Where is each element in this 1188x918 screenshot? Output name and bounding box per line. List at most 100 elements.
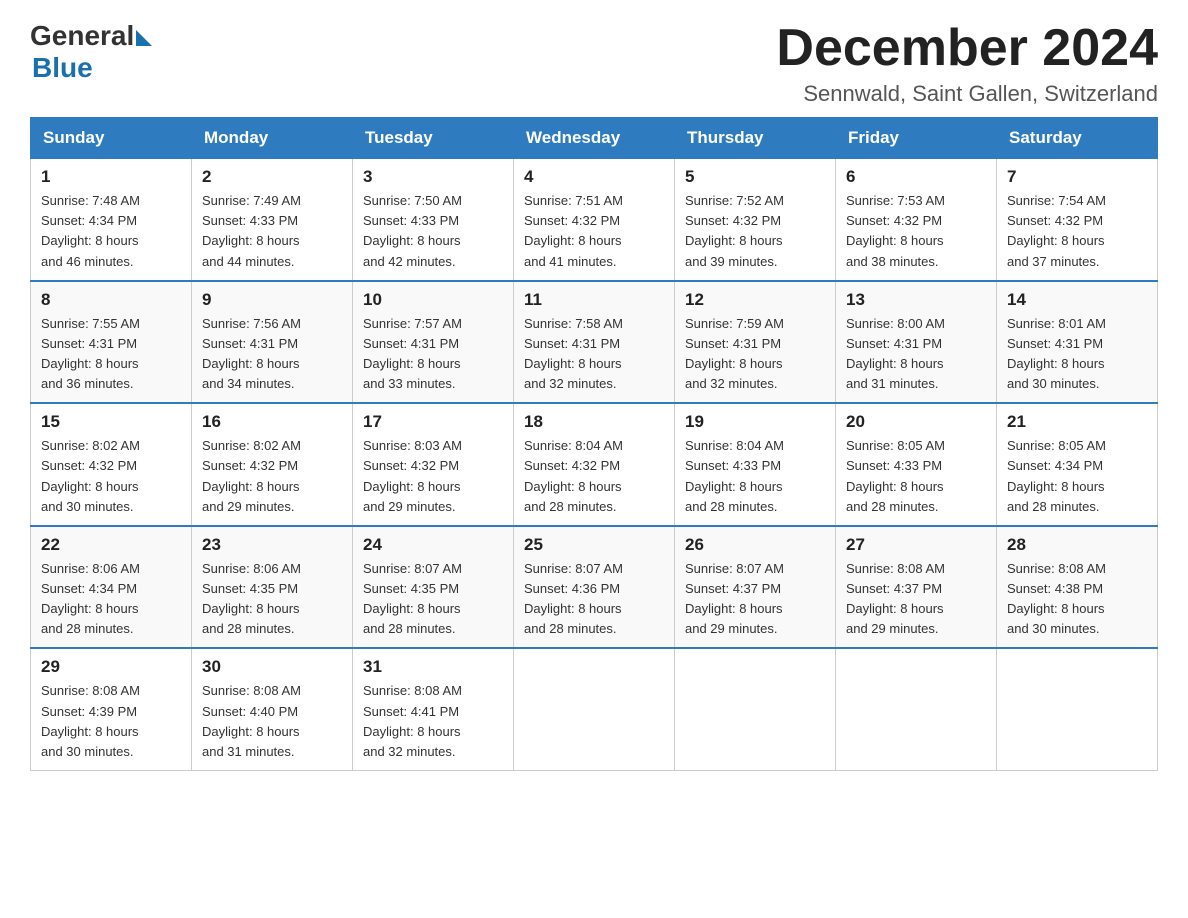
day-info: Sunrise: 7:49 AMSunset: 4:33 PMDaylight:…	[202, 193, 301, 268]
day-number: 21	[1007, 412, 1147, 432]
calendar-cell: 13 Sunrise: 8:00 AMSunset: 4:31 PMDaylig…	[836, 281, 997, 404]
calendar-cell: 31 Sunrise: 8:08 AMSunset: 4:41 PMDaylig…	[353, 648, 514, 770]
calendar-week-row: 29 Sunrise: 8:08 AMSunset: 4:39 PMDaylig…	[31, 648, 1158, 770]
calendar-cell	[997, 648, 1158, 770]
calendar-table: SundayMondayTuesdayWednesdayThursdayFrid…	[30, 117, 1158, 771]
calendar-cell: 27 Sunrise: 8:08 AMSunset: 4:37 PMDaylig…	[836, 526, 997, 649]
calendar-cell: 12 Sunrise: 7:59 AMSunset: 4:31 PMDaylig…	[675, 281, 836, 404]
day-info: Sunrise: 8:04 AMSunset: 4:33 PMDaylight:…	[685, 438, 784, 513]
day-info: Sunrise: 8:04 AMSunset: 4:32 PMDaylight:…	[524, 438, 623, 513]
calendar-cell	[675, 648, 836, 770]
day-info: Sunrise: 7:59 AMSunset: 4:31 PMDaylight:…	[685, 316, 784, 391]
day-number: 5	[685, 167, 825, 187]
calendar-cell: 2 Sunrise: 7:49 AMSunset: 4:33 PMDayligh…	[192, 159, 353, 281]
day-number: 15	[41, 412, 181, 432]
weekday-header-saturday: Saturday	[997, 118, 1158, 159]
day-info: Sunrise: 7:57 AMSunset: 4:31 PMDaylight:…	[363, 316, 462, 391]
day-number: 19	[685, 412, 825, 432]
day-info: Sunrise: 7:50 AMSunset: 4:33 PMDaylight:…	[363, 193, 462, 268]
day-info: Sunrise: 8:08 AMSunset: 4:37 PMDaylight:…	[846, 561, 945, 636]
logo-arrow-icon	[136, 30, 152, 46]
calendar-cell: 4 Sunrise: 7:51 AMSunset: 4:32 PMDayligh…	[514, 159, 675, 281]
day-info: Sunrise: 8:08 AMSunset: 4:38 PMDaylight:…	[1007, 561, 1106, 636]
month-year-title: December 2024	[776, 20, 1158, 77]
weekday-header-tuesday: Tuesday	[353, 118, 514, 159]
day-number: 20	[846, 412, 986, 432]
calendar-cell: 1 Sunrise: 7:48 AMSunset: 4:34 PMDayligh…	[31, 159, 192, 281]
calendar-cell: 26 Sunrise: 8:07 AMSunset: 4:37 PMDaylig…	[675, 526, 836, 649]
calendar-cell: 9 Sunrise: 7:56 AMSunset: 4:31 PMDayligh…	[192, 281, 353, 404]
calendar-cell: 16 Sunrise: 8:02 AMSunset: 4:32 PMDaylig…	[192, 403, 353, 526]
day-number: 24	[363, 535, 503, 555]
day-number: 23	[202, 535, 342, 555]
calendar-cell: 6 Sunrise: 7:53 AMSunset: 4:32 PMDayligh…	[836, 159, 997, 281]
day-number: 25	[524, 535, 664, 555]
day-info: Sunrise: 8:08 AMSunset: 4:41 PMDaylight:…	[363, 683, 462, 758]
calendar-cell: 5 Sunrise: 7:52 AMSunset: 4:32 PMDayligh…	[675, 159, 836, 281]
calendar-cell: 7 Sunrise: 7:54 AMSunset: 4:32 PMDayligh…	[997, 159, 1158, 281]
logo-blue-text: Blue	[32, 52, 93, 83]
calendar-cell: 21 Sunrise: 8:05 AMSunset: 4:34 PMDaylig…	[997, 403, 1158, 526]
day-number: 31	[363, 657, 503, 677]
day-number: 26	[685, 535, 825, 555]
day-number: 2	[202, 167, 342, 187]
day-info: Sunrise: 8:07 AMSunset: 4:37 PMDaylight:…	[685, 561, 784, 636]
calendar-cell: 14 Sunrise: 8:01 AMSunset: 4:31 PMDaylig…	[997, 281, 1158, 404]
calendar-cell: 30 Sunrise: 8:08 AMSunset: 4:40 PMDaylig…	[192, 648, 353, 770]
title-block: December 2024 Sennwald, Saint Gallen, Sw…	[776, 20, 1158, 107]
calendar-week-row: 15 Sunrise: 8:02 AMSunset: 4:32 PMDaylig…	[31, 403, 1158, 526]
weekday-header-row: SundayMondayTuesdayWednesdayThursdayFrid…	[31, 118, 1158, 159]
calendar-week-row: 8 Sunrise: 7:55 AMSunset: 4:31 PMDayligh…	[31, 281, 1158, 404]
day-number: 27	[846, 535, 986, 555]
day-number: 29	[41, 657, 181, 677]
day-number: 9	[202, 290, 342, 310]
day-number: 8	[41, 290, 181, 310]
day-info: Sunrise: 8:07 AMSunset: 4:35 PMDaylight:…	[363, 561, 462, 636]
day-number: 7	[1007, 167, 1147, 187]
page-header: General Blue December 2024 Sennwald, Sai…	[30, 20, 1158, 107]
day-number: 28	[1007, 535, 1147, 555]
day-number: 30	[202, 657, 342, 677]
day-info: Sunrise: 8:03 AMSunset: 4:32 PMDaylight:…	[363, 438, 462, 513]
weekday-header-monday: Monday	[192, 118, 353, 159]
day-info: Sunrise: 8:02 AMSunset: 4:32 PMDaylight:…	[202, 438, 301, 513]
calendar-cell: 24 Sunrise: 8:07 AMSunset: 4:35 PMDaylig…	[353, 526, 514, 649]
day-info: Sunrise: 8:02 AMSunset: 4:32 PMDaylight:…	[41, 438, 140, 513]
day-info: Sunrise: 8:06 AMSunset: 4:35 PMDaylight:…	[202, 561, 301, 636]
day-info: Sunrise: 7:52 AMSunset: 4:32 PMDaylight:…	[685, 193, 784, 268]
weekday-header-wednesday: Wednesday	[514, 118, 675, 159]
calendar-cell: 22 Sunrise: 8:06 AMSunset: 4:34 PMDaylig…	[31, 526, 192, 649]
calendar-cell: 3 Sunrise: 7:50 AMSunset: 4:33 PMDayligh…	[353, 159, 514, 281]
calendar-week-row: 22 Sunrise: 8:06 AMSunset: 4:34 PMDaylig…	[31, 526, 1158, 649]
logo-general-text: General	[30, 20, 134, 52]
day-number: 16	[202, 412, 342, 432]
day-info: Sunrise: 7:53 AMSunset: 4:32 PMDaylight:…	[846, 193, 945, 268]
day-info: Sunrise: 7:48 AMSunset: 4:34 PMDaylight:…	[41, 193, 140, 268]
day-number: 22	[41, 535, 181, 555]
calendar-cell: 10 Sunrise: 7:57 AMSunset: 4:31 PMDaylig…	[353, 281, 514, 404]
day-info: Sunrise: 8:00 AMSunset: 4:31 PMDaylight:…	[846, 316, 945, 391]
day-number: 17	[363, 412, 503, 432]
weekday-header-friday: Friday	[836, 118, 997, 159]
logo: General Blue	[30, 20, 152, 84]
calendar-cell: 15 Sunrise: 8:02 AMSunset: 4:32 PMDaylig…	[31, 403, 192, 526]
day-info: Sunrise: 8:05 AMSunset: 4:33 PMDaylight:…	[846, 438, 945, 513]
day-info: Sunrise: 8:08 AMSunset: 4:40 PMDaylight:…	[202, 683, 301, 758]
day-info: Sunrise: 8:01 AMSunset: 4:31 PMDaylight:…	[1007, 316, 1106, 391]
calendar-cell: 28 Sunrise: 8:08 AMSunset: 4:38 PMDaylig…	[997, 526, 1158, 649]
calendar-cell: 23 Sunrise: 8:06 AMSunset: 4:35 PMDaylig…	[192, 526, 353, 649]
day-number: 14	[1007, 290, 1147, 310]
calendar-week-row: 1 Sunrise: 7:48 AMSunset: 4:34 PMDayligh…	[31, 159, 1158, 281]
day-info: Sunrise: 8:06 AMSunset: 4:34 PMDaylight:…	[41, 561, 140, 636]
day-number: 1	[41, 167, 181, 187]
day-info: Sunrise: 7:56 AMSunset: 4:31 PMDaylight:…	[202, 316, 301, 391]
calendar-cell: 8 Sunrise: 7:55 AMSunset: 4:31 PMDayligh…	[31, 281, 192, 404]
calendar-cell: 11 Sunrise: 7:58 AMSunset: 4:31 PMDaylig…	[514, 281, 675, 404]
day-number: 11	[524, 290, 664, 310]
day-number: 4	[524, 167, 664, 187]
calendar-cell	[836, 648, 997, 770]
calendar-cell: 29 Sunrise: 8:08 AMSunset: 4:39 PMDaylig…	[31, 648, 192, 770]
day-info: Sunrise: 8:08 AMSunset: 4:39 PMDaylight:…	[41, 683, 140, 758]
calendar-cell: 18 Sunrise: 8:04 AMSunset: 4:32 PMDaylig…	[514, 403, 675, 526]
calendar-cell: 25 Sunrise: 8:07 AMSunset: 4:36 PMDaylig…	[514, 526, 675, 649]
